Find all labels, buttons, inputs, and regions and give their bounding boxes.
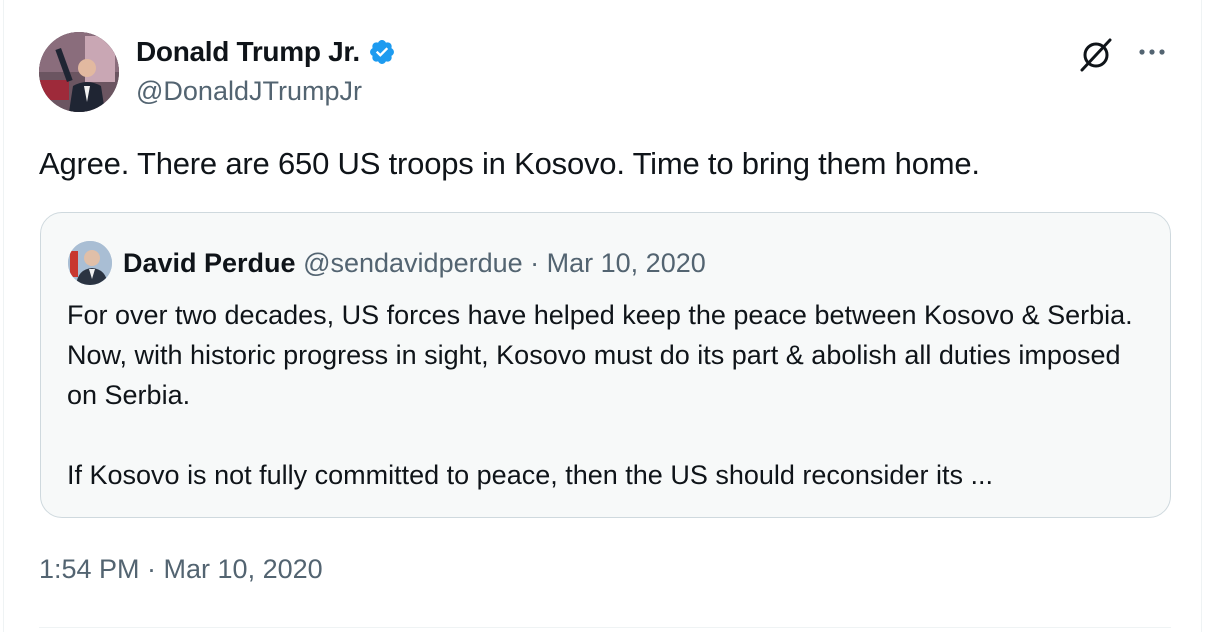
author-avatar[interactable] [39, 32, 119, 112]
tweet-text: Agree. There are 650 US troops in Kosovo… [39, 146, 980, 181]
quoted-text: For over two decades, US forces have hel… [67, 300, 1133, 490]
author-display-name[interactable]: Donald Trump Jr. [136, 36, 360, 68]
verified-badge-icon [369, 40, 394, 64]
divider [39, 627, 1171, 628]
quoted-date[interactable]: Mar 10, 2020 [547, 248, 706, 278]
quoted-author-avatar[interactable] [68, 241, 112, 285]
author-handle[interactable]: @DonaldJTrumpJr [136, 76, 362, 107]
quoted-header: David Perdue @sendavidperdue · Mar 10, 2… [123, 243, 706, 283]
author-name-row[interactable]: Donald Trump Jr. [136, 34, 396, 70]
quoted-tweet[interactable]: David Perdue @sendavidperdue · Mar 10, 2… [40, 212, 1171, 518]
tweet-timestamp[interactable]: 1:54 PM · Mar 10, 2020 [39, 554, 323, 585]
quoted-separator: · [522, 248, 547, 278]
quoted-display-name[interactable]: David Perdue [123, 248, 296, 278]
grok-icon[interactable] [1076, 34, 1116, 74]
quoted-handle[interactable]: @sendavidperdue [303, 248, 523, 278]
tweet-card: Donald Trump Jr. @DonaldJTrumpJr Agree. … [3, 0, 1202, 632]
more-icon[interactable] [1134, 44, 1170, 60]
